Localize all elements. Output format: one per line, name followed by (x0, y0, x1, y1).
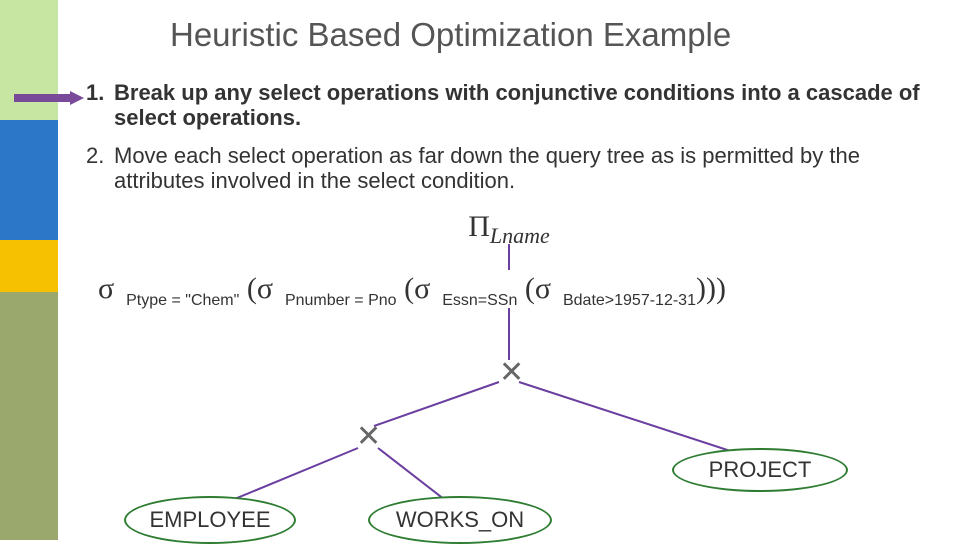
decorative-sidebar (0, 0, 58, 540)
cond-4: Bdate>1957-12-31 (559, 292, 696, 309)
leaf-employee: EMPLOYEE (124, 496, 296, 544)
sidebar-block-olive (0, 292, 58, 540)
steps-list: 1. Break up any select operations with c… (86, 80, 936, 205)
step-text: Break up any select operations with conj… (114, 80, 936, 131)
step-2: 2. Move each select operation as far dow… (86, 143, 936, 194)
sigma-2: σ (257, 272, 273, 305)
cond-2: Pnumber = Pno (280, 292, 396, 309)
current-step-arrow-icon (14, 91, 84, 105)
query-tree-stage: ΠLname σ Ptype = "Chem" (σ Pnumber = Pno… (58, 210, 960, 540)
projection-attr: Lname (490, 223, 550, 248)
step-number: 2. (86, 143, 114, 194)
leaf-employee-label: EMPLOYEE (149, 507, 270, 533)
leaf-works-on-label: WORKS_ON (396, 507, 524, 533)
step-text: Move each select operation as far down t… (114, 143, 936, 194)
cartesian-product-2: ✕ (356, 422, 381, 452)
cartesian-product-1: ✕ (499, 358, 524, 388)
projection-op: Π (468, 210, 490, 243)
sidebar-block-blue (0, 120, 58, 240)
leaf-works-on: WORKS_ON (368, 496, 552, 544)
cond-1: Ptype = "Chem" (122, 292, 240, 309)
paren-open-1: ( (247, 272, 257, 305)
projection-node: ΠLname (468, 210, 550, 249)
step-number: 1. (86, 80, 114, 131)
sigma-1: σ (98, 272, 114, 305)
paren-open-3: ( (525, 272, 535, 305)
selection-cascade: σ Ptype = "Chem" (σ Pnumber = Pno (σ Ess… (98, 272, 938, 310)
slide-title: Heuristic Based Optimization Example (170, 16, 731, 54)
cond-3: Essn=SSn (438, 292, 518, 309)
leaf-project-label: PROJECT (709, 457, 812, 483)
sidebar-block-yellow (0, 240, 58, 292)
leaf-project: PROJECT (672, 448, 848, 492)
paren-close: ))) (696, 272, 726, 305)
step-1: 1. Break up any select operations with c… (86, 80, 936, 131)
sigma-4: σ (535, 272, 551, 305)
sigma-3: σ (414, 272, 430, 305)
paren-open-2: ( (404, 272, 414, 305)
